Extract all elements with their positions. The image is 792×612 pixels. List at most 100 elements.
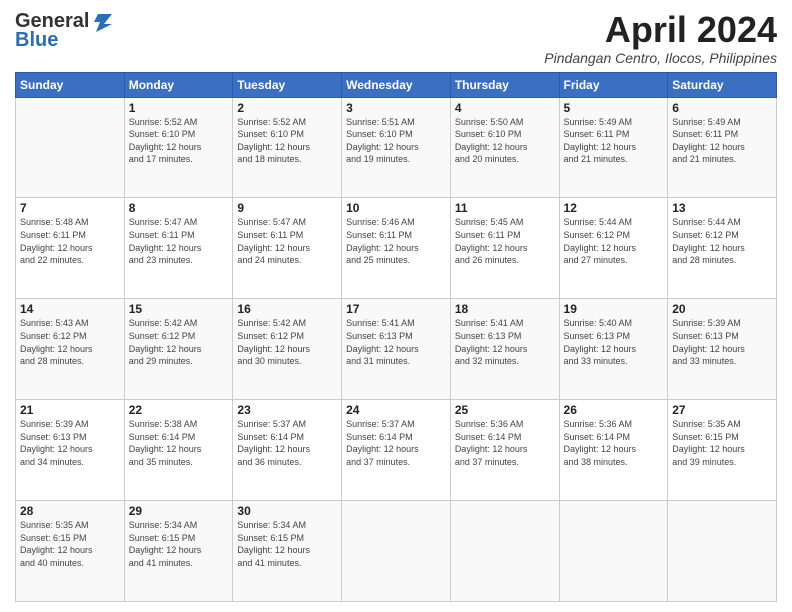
day-info: Sunrise: 5:52 AMSunset: 6:10 PMDaylight:… xyxy=(237,116,337,166)
calendar-cell: 25Sunrise: 5:36 AMSunset: 6:14 PMDayligh… xyxy=(450,400,559,501)
calendar-cell: 15Sunrise: 5:42 AMSunset: 6:12 PMDayligh… xyxy=(124,299,233,400)
day-info: Sunrise: 5:45 AMSunset: 6:11 PMDaylight:… xyxy=(455,216,555,266)
day-info: Sunrise: 5:41 AMSunset: 6:13 PMDaylight:… xyxy=(346,317,446,367)
day-number: 24 xyxy=(346,403,446,417)
day-info: Sunrise: 5:52 AMSunset: 6:10 PMDaylight:… xyxy=(129,116,229,166)
calendar-cell: 19Sunrise: 5:40 AMSunset: 6:13 PMDayligh… xyxy=(559,299,668,400)
day-number: 30 xyxy=(237,504,337,518)
day-number: 15 xyxy=(129,302,229,316)
calendar-cell: 24Sunrise: 5:37 AMSunset: 6:14 PMDayligh… xyxy=(342,400,451,501)
calendar-cell: 13Sunrise: 5:44 AMSunset: 6:12 PMDayligh… xyxy=(668,198,777,299)
day-info: Sunrise: 5:42 AMSunset: 6:12 PMDaylight:… xyxy=(237,317,337,367)
day-number: 10 xyxy=(346,201,446,215)
day-info: Sunrise: 5:39 AMSunset: 6:13 PMDaylight:… xyxy=(672,317,772,367)
day-number: 9 xyxy=(237,201,337,215)
calendar-week-4: 21Sunrise: 5:39 AMSunset: 6:13 PMDayligh… xyxy=(16,400,777,501)
calendar-cell: 12Sunrise: 5:44 AMSunset: 6:12 PMDayligh… xyxy=(559,198,668,299)
calendar-cell: 9Sunrise: 5:47 AMSunset: 6:11 PMDaylight… xyxy=(233,198,342,299)
day-number: 26 xyxy=(564,403,664,417)
day-info: Sunrise: 5:39 AMSunset: 6:13 PMDaylight:… xyxy=(20,418,120,468)
calendar-table: SundayMondayTuesdayWednesdayThursdayFrid… xyxy=(15,72,777,602)
day-number: 19 xyxy=(564,302,664,316)
day-number: 4 xyxy=(455,101,555,115)
calendar-week-5: 28Sunrise: 5:35 AMSunset: 6:15 PMDayligh… xyxy=(16,501,777,602)
logo-blue: Blue xyxy=(15,29,58,52)
day-number: 16 xyxy=(237,302,337,316)
header-thursday: Thursday xyxy=(450,72,559,97)
day-number: 21 xyxy=(20,403,120,417)
calendar-cell: 5Sunrise: 5:49 AMSunset: 6:11 PMDaylight… xyxy=(559,97,668,198)
day-number: 7 xyxy=(20,201,120,215)
calendar-cell xyxy=(559,501,668,602)
calendar-cell: 27Sunrise: 5:35 AMSunset: 6:15 PMDayligh… xyxy=(668,400,777,501)
day-info: Sunrise: 5:44 AMSunset: 6:12 PMDaylight:… xyxy=(672,216,772,266)
day-info: Sunrise: 5:35 AMSunset: 6:15 PMDaylight:… xyxy=(672,418,772,468)
month-title: April 2024 xyxy=(544,10,777,50)
calendar-cell: 2Sunrise: 5:52 AMSunset: 6:10 PMDaylight… xyxy=(233,97,342,198)
day-number: 11 xyxy=(455,201,555,215)
day-info: Sunrise: 5:34 AMSunset: 6:15 PMDaylight:… xyxy=(237,519,337,569)
day-info: Sunrise: 5:47 AMSunset: 6:11 PMDaylight:… xyxy=(129,216,229,266)
day-number: 20 xyxy=(672,302,772,316)
day-info: Sunrise: 5:47 AMSunset: 6:11 PMDaylight:… xyxy=(237,216,337,266)
day-number: 3 xyxy=(346,101,446,115)
header-wednesday: Wednesday xyxy=(342,72,451,97)
calendar-cell xyxy=(16,97,125,198)
day-info: Sunrise: 5:49 AMSunset: 6:11 PMDaylight:… xyxy=(672,116,772,166)
day-number: 6 xyxy=(672,101,772,115)
day-info: Sunrise: 5:42 AMSunset: 6:12 PMDaylight:… xyxy=(129,317,229,367)
title-block: April 2024 Pindangan Centro, Ilocos, Phi… xyxy=(544,10,777,66)
calendar-week-2: 7Sunrise: 5:48 AMSunset: 6:11 PMDaylight… xyxy=(16,198,777,299)
header-sunday: Sunday xyxy=(16,72,125,97)
calendar-cell: 18Sunrise: 5:41 AMSunset: 6:13 PMDayligh… xyxy=(450,299,559,400)
day-number: 28 xyxy=(20,504,120,518)
day-info: Sunrise: 5:40 AMSunset: 6:13 PMDaylight:… xyxy=(564,317,664,367)
location: Pindangan Centro, Ilocos, Philippines xyxy=(544,50,777,66)
calendar-cell: 23Sunrise: 5:37 AMSunset: 6:14 PMDayligh… xyxy=(233,400,342,501)
calendar-cell xyxy=(668,501,777,602)
day-info: Sunrise: 5:44 AMSunset: 6:12 PMDaylight:… xyxy=(564,216,664,266)
calendar-cell: 20Sunrise: 5:39 AMSunset: 6:13 PMDayligh… xyxy=(668,299,777,400)
day-number: 8 xyxy=(129,201,229,215)
day-number: 17 xyxy=(346,302,446,316)
day-info: Sunrise: 5:36 AMSunset: 6:14 PMDaylight:… xyxy=(564,418,664,468)
calendar-cell: 28Sunrise: 5:35 AMSunset: 6:15 PMDayligh… xyxy=(16,501,125,602)
day-number: 13 xyxy=(672,201,772,215)
day-info: Sunrise: 5:51 AMSunset: 6:10 PMDaylight:… xyxy=(346,116,446,166)
calendar-cell: 22Sunrise: 5:38 AMSunset: 6:14 PMDayligh… xyxy=(124,400,233,501)
day-number: 18 xyxy=(455,302,555,316)
day-number: 14 xyxy=(20,302,120,316)
header-tuesday: Tuesday xyxy=(233,72,342,97)
day-info: Sunrise: 5:50 AMSunset: 6:10 PMDaylight:… xyxy=(455,116,555,166)
day-number: 25 xyxy=(455,403,555,417)
day-info: Sunrise: 5:37 AMSunset: 6:14 PMDaylight:… xyxy=(346,418,446,468)
logo: General Blue xyxy=(15,10,113,52)
calendar-cell: 6Sunrise: 5:49 AMSunset: 6:11 PMDaylight… xyxy=(668,97,777,198)
calendar-cell: 26Sunrise: 5:36 AMSunset: 6:14 PMDayligh… xyxy=(559,400,668,501)
day-number: 5 xyxy=(564,101,664,115)
day-number: 23 xyxy=(237,403,337,417)
calendar-cell xyxy=(342,501,451,602)
header-friday: Friday xyxy=(559,72,668,97)
calendar-cell: 7Sunrise: 5:48 AMSunset: 6:11 PMDaylight… xyxy=(16,198,125,299)
day-info: Sunrise: 5:48 AMSunset: 6:11 PMDaylight:… xyxy=(20,216,120,266)
day-info: Sunrise: 5:35 AMSunset: 6:15 PMDaylight:… xyxy=(20,519,120,569)
header-monday: Monday xyxy=(124,72,233,97)
day-number: 22 xyxy=(129,403,229,417)
calendar-cell: 30Sunrise: 5:34 AMSunset: 6:15 PMDayligh… xyxy=(233,501,342,602)
day-number: 29 xyxy=(129,504,229,518)
calendar-cell: 4Sunrise: 5:50 AMSunset: 6:10 PMDaylight… xyxy=(450,97,559,198)
calendar-cell: 21Sunrise: 5:39 AMSunset: 6:13 PMDayligh… xyxy=(16,400,125,501)
day-number: 27 xyxy=(672,403,772,417)
day-number: 2 xyxy=(237,101,337,115)
day-info: Sunrise: 5:43 AMSunset: 6:12 PMDaylight:… xyxy=(20,317,120,367)
calendar-cell: 16Sunrise: 5:42 AMSunset: 6:12 PMDayligh… xyxy=(233,299,342,400)
calendar-cell: 8Sunrise: 5:47 AMSunset: 6:11 PMDaylight… xyxy=(124,198,233,299)
calendar-cell: 11Sunrise: 5:45 AMSunset: 6:11 PMDayligh… xyxy=(450,198,559,299)
logo-icon xyxy=(90,12,112,32)
calendar-cell: 17Sunrise: 5:41 AMSunset: 6:13 PMDayligh… xyxy=(342,299,451,400)
page: General Blue April 2024 Pindangan Centro… xyxy=(0,0,792,612)
header-saturday: Saturday xyxy=(668,72,777,97)
day-number: 1 xyxy=(129,101,229,115)
calendar-cell: 29Sunrise: 5:34 AMSunset: 6:15 PMDayligh… xyxy=(124,501,233,602)
